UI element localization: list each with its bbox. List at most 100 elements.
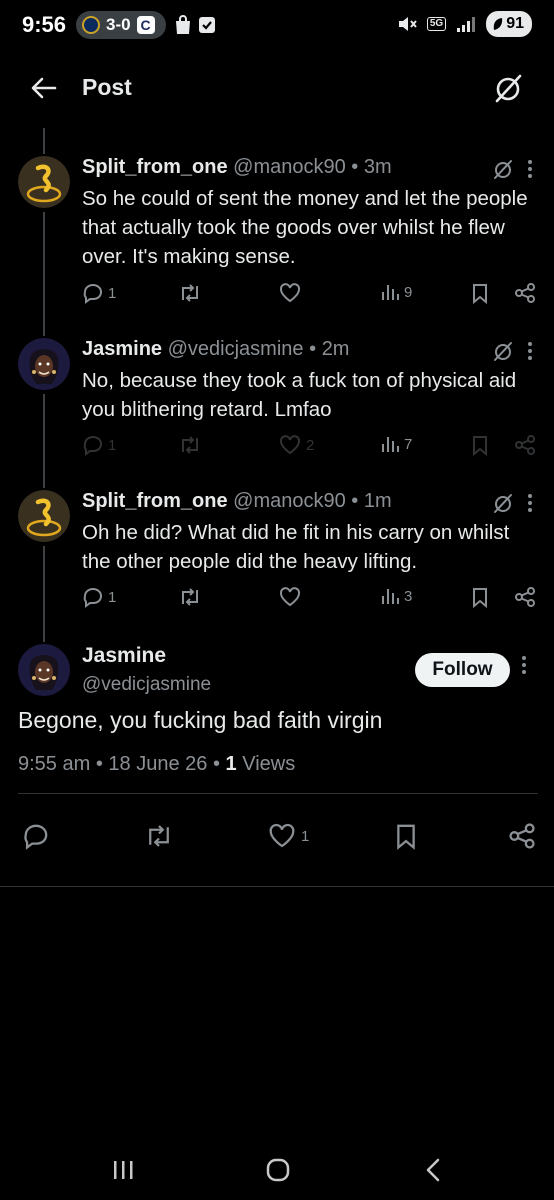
avatar[interactable] bbox=[18, 156, 70, 208]
grok-icon bbox=[495, 74, 522, 103]
checkbox-icon bbox=[198, 15, 216, 35]
like-button[interactable]: 2 bbox=[278, 434, 314, 456]
handle[interactable]: @manock90 bbox=[233, 490, 346, 512]
like-icon bbox=[269, 823, 295, 848]
views-icon bbox=[382, 589, 399, 604]
reply-icon bbox=[24, 824, 48, 850]
dot-separator: • bbox=[351, 156, 359, 178]
views-button[interactable]: 9 bbox=[380, 282, 412, 302]
like-button[interactable] bbox=[278, 282, 306, 304]
reply-button[interactable] bbox=[22, 822, 50, 850]
grok-icon[interactable] bbox=[492, 158, 514, 180]
reply-button[interactable]: 1 bbox=[82, 282, 116, 304]
home-icon[interactable] bbox=[265, 1157, 291, 1183]
grok-icon[interactable] bbox=[492, 340, 514, 362]
grok-icon[interactable] bbox=[492, 492, 514, 514]
status-bar: 9:56 3-0 C 5G 91 bbox=[0, 0, 554, 52]
battery-indicator: 91 bbox=[486, 11, 532, 37]
thread-line bbox=[43, 128, 45, 154]
bookmark-icon bbox=[473, 588, 487, 608]
divider bbox=[0, 886, 554, 887]
avatar[interactable] bbox=[18, 644, 70, 696]
more-icon[interactable] bbox=[528, 342, 532, 360]
post-date: 18 June 26 bbox=[108, 753, 208, 775]
dot-separator: • bbox=[351, 490, 359, 512]
display-name[interactable]: Jasmine bbox=[82, 644, 166, 668]
reply-count: 1 bbox=[108, 588, 117, 606]
more-icon[interactable] bbox=[528, 494, 532, 512]
retweet-button[interactable] bbox=[178, 434, 206, 456]
page-title: Post bbox=[82, 74, 132, 100]
dot-separator: • bbox=[212, 753, 220, 775]
share-icon bbox=[509, 823, 535, 849]
mute-icon bbox=[397, 15, 417, 33]
back-button[interactable] bbox=[28, 72, 60, 104]
bookmark-button[interactable] bbox=[393, 822, 419, 850]
share-button[interactable] bbox=[508, 822, 536, 850]
timestamp: 3m bbox=[363, 156, 392, 178]
reply-text: Oh he did? What did he fit in his carry … bbox=[82, 521, 510, 573]
reply-count: 1 bbox=[108, 284, 117, 302]
recents-icon[interactable] bbox=[112, 1159, 134, 1181]
action-bar: 1 3 bbox=[82, 586, 542, 614]
retweet-button[interactable] bbox=[178, 282, 206, 304]
signal-icon bbox=[456, 16, 476, 32]
reply-text: No, because they took a fuck ton of phys… bbox=[82, 369, 517, 421]
reply-text: So he could of sent the money and let th… bbox=[82, 187, 528, 268]
retweet-button[interactable] bbox=[178, 586, 206, 608]
team-logo-icon bbox=[82, 16, 100, 34]
like-button[interactable]: 1 bbox=[267, 822, 309, 850]
bookmark-button[interactable] bbox=[470, 434, 490, 456]
reply-icon bbox=[83, 588, 103, 608]
system-navigation-bar bbox=[0, 1140, 554, 1200]
reply-tweet[interactable]: Split_from_one @manock90 • 1m Oh he did?… bbox=[0, 490, 554, 620]
handle[interactable]: @manock90 bbox=[233, 156, 346, 178]
divider bbox=[18, 793, 538, 794]
avatar[interactable] bbox=[18, 338, 70, 390]
views-button[interactable]: 7 bbox=[380, 434, 412, 454]
more-icon[interactable] bbox=[522, 656, 526, 674]
share-button[interactable] bbox=[514, 282, 536, 304]
views-label[interactable]: Views bbox=[242, 753, 295, 775]
share-button[interactable] bbox=[514, 434, 536, 456]
battery-level: 91 bbox=[506, 15, 524, 32]
share-icon bbox=[515, 435, 535, 455]
post-action-bar: 1 bbox=[0, 818, 554, 858]
like-icon bbox=[279, 435, 301, 455]
back-arrow-icon bbox=[31, 77, 57, 99]
bookmark-icon bbox=[473, 284, 487, 304]
reply-tweet[interactable]: Jasmine @vedicjasmine • 2m No, because t… bbox=[0, 338, 554, 468]
handle[interactable]: @vedicjasmine bbox=[82, 674, 211, 696]
bookmark-button[interactable] bbox=[470, 586, 490, 608]
reply-button[interactable]: 1 bbox=[82, 434, 116, 456]
follow-button[interactable]: Follow bbox=[415, 653, 510, 687]
display-name[interactable]: Split_from_one bbox=[82, 156, 228, 178]
nav-back-icon[interactable] bbox=[424, 1157, 442, 1183]
bookmark-button[interactable] bbox=[470, 282, 490, 304]
reply-header: Jasmine @vedicjasmine • 2m bbox=[82, 338, 349, 361]
retweet-icon bbox=[182, 588, 198, 606]
like-button[interactable] bbox=[278, 586, 306, 608]
reply-button[interactable]: 1 bbox=[82, 586, 116, 608]
share-icon bbox=[515, 283, 535, 303]
display-name[interactable]: Split_from_one bbox=[82, 490, 228, 512]
more-icon[interactable] bbox=[528, 160, 532, 178]
views-button[interactable]: 3 bbox=[380, 586, 412, 606]
action-bar: 1 9 bbox=[82, 282, 542, 310]
status-time: 9:56 bbox=[22, 12, 67, 37]
handle[interactable]: @vedicjasmine bbox=[168, 338, 304, 360]
retweet-button[interactable] bbox=[144, 822, 174, 850]
reply-count: 1 bbox=[108, 436, 117, 454]
like-count: 1 bbox=[301, 827, 310, 845]
reply-header-icons bbox=[492, 340, 532, 362]
share-button[interactable] bbox=[514, 586, 536, 608]
reply-tweet[interactable]: Split_from_one @manock90 • 3m So he coul… bbox=[0, 156, 554, 316]
avatar[interactable] bbox=[18, 490, 70, 542]
grok-button[interactable] bbox=[492, 72, 524, 104]
bookmark-icon bbox=[473, 436, 487, 456]
like-icon bbox=[279, 587, 301, 607]
shopping-bag-icon bbox=[174, 15, 192, 35]
top-app-bar: Post bbox=[0, 60, 554, 116]
team-logo-icon: C bbox=[136, 16, 155, 34]
display-name[interactable]: Jasmine bbox=[82, 338, 162, 360]
